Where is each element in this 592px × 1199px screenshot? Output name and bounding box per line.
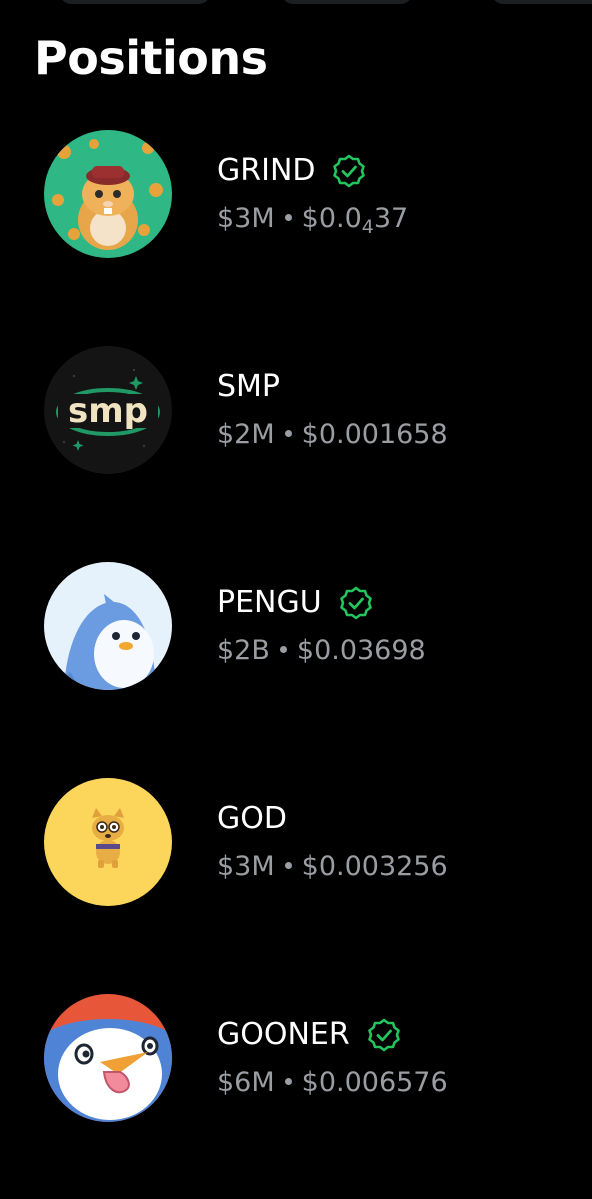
price-subscript: 4 bbox=[361, 216, 374, 238]
position-row-pengu[interactable]: PENGU $2B $0.03698 bbox=[0, 562, 592, 712]
separator-dot bbox=[279, 646, 287, 653]
token-name-row: SMP bbox=[217, 368, 280, 406]
verified-check-icon bbox=[338, 585, 374, 621]
hamster-icon bbox=[44, 130, 172, 258]
top-tab[interactable] bbox=[60, 0, 210, 4]
token-name: PENGU bbox=[217, 585, 322, 620]
penguin-icon bbox=[44, 562, 172, 690]
token-price: $0.001658 bbox=[301, 419, 448, 450]
token-name-row: GOONER bbox=[217, 1016, 402, 1054]
smp-logo-icon: smp bbox=[44, 346, 172, 474]
position-row-smp[interactable]: smp SMP $2M $0.001658 bbox=[0, 346, 592, 496]
top-tab-bar bbox=[0, 0, 592, 4]
token-meta: $3M $0.003256 bbox=[217, 850, 448, 884]
token-name-row: GOD bbox=[217, 800, 287, 838]
dog-icon bbox=[44, 778, 172, 906]
token-name: GOD bbox=[217, 801, 287, 836]
top-tab[interactable] bbox=[492, 0, 592, 4]
token-price: $0.006576 bbox=[301, 1067, 448, 1098]
token-name: GRIND bbox=[217, 153, 316, 188]
verified-check-icon bbox=[366, 1017, 402, 1053]
token-name-row: GRIND bbox=[217, 152, 367, 190]
position-row-gooner[interactable]: GOONER $6M $0.006576 bbox=[0, 994, 592, 1144]
token-name: SMP bbox=[217, 369, 281, 404]
market-cap: $6M bbox=[217, 1067, 275, 1098]
penguin-tongue-icon bbox=[44, 994, 172, 1122]
token-meta: $2B $0.03698 bbox=[217, 634, 426, 668]
position-row-grind[interactable]: GRIND $3M $0.0437 bbox=[0, 130, 592, 280]
separator-dot bbox=[284, 862, 292, 869]
token-meta: $2M $0.001658 bbox=[217, 418, 448, 452]
token-meta: $6M $0.006576 bbox=[217, 1066, 448, 1100]
page-title: Positions bbox=[34, 31, 268, 85]
market-cap: $3M bbox=[217, 203, 275, 234]
market-cap: $2B bbox=[217, 635, 270, 666]
verified-check-icon bbox=[331, 153, 367, 189]
separator-dot bbox=[284, 1078, 292, 1085]
market-cap: $2M bbox=[217, 419, 275, 450]
separator-dot bbox=[284, 214, 292, 221]
smp-logo-text: smp bbox=[68, 391, 148, 431]
price-prefix: $0.0 bbox=[301, 203, 362, 234]
price-suffix: 37 bbox=[373, 203, 409, 234]
token-price: $0.03698 bbox=[296, 635, 426, 666]
market-cap: $3M bbox=[217, 851, 275, 882]
token-meta: $3M $0.0437 bbox=[217, 202, 408, 244]
token-price: $0.0437 bbox=[301, 203, 409, 238]
separator-dot bbox=[284, 430, 292, 437]
token-name: GOONER bbox=[217, 1017, 350, 1052]
token-name-row: PENGU bbox=[217, 584, 374, 622]
token-price: $0.003256 bbox=[301, 851, 448, 882]
position-row-god[interactable]: GOD $3M $0.003256 bbox=[0, 778, 592, 928]
top-tab[interactable] bbox=[282, 0, 412, 4]
